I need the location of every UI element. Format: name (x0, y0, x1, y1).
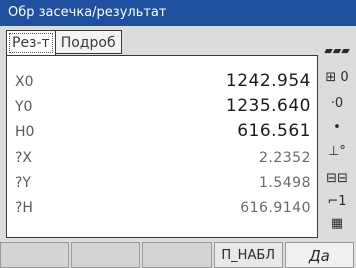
status-sidebar: ▰▰▰ ⊞ 0 ·0 • ⊥° ⊟⊟ ⌐1 ▦ (318, 26, 356, 238)
result-row-h0: H0 616.561 (7, 121, 317, 146)
softkey-observe[interactable]: П_НАБЛ (213, 242, 283, 268)
result-value: 616.561 (237, 121, 311, 141)
result-row-dx: ?X 2.2352 (7, 150, 317, 172)
tab-result[interactable]: Рез-т (6, 30, 56, 56)
memory-icon: ⊟⊟ (326, 171, 348, 186)
result-row-x0: X0 1242.954 (7, 71, 317, 96)
page-icon[interactable]: ⌐1 (318, 194, 356, 209)
tab-details[interactable]: Подроб (54, 30, 122, 54)
softkey-f2[interactable] (71, 242, 141, 268)
result-value: 1235.640 (225, 96, 311, 116)
result-label: ?H (15, 200, 33, 216)
result-row-y0: Y0 1235.640 (7, 96, 317, 121)
result-row-dy: ?Y 1.5498 (7, 175, 317, 197)
softkey-bar: П_НАБЛ Да (0, 242, 356, 268)
result-row-dh: ?H 616.9140 (7, 200, 317, 222)
result-label: H0 (15, 124, 35, 140)
result-value: 1242.954 (225, 71, 311, 91)
softkey-f1[interactable] (0, 242, 70, 268)
prism-constant-icon: ⊞ 0 (325, 70, 349, 85)
result-label: Y0 (15, 99, 33, 115)
results-panel: X0 1242.954 Y0 1235.640 H0 616.561 ?X 2.… (6, 55, 318, 238)
result-value: 616.9140 (240, 200, 311, 216)
keyboard-icon[interactable]: ▦ (318, 216, 356, 231)
result-label: ?Y (15, 175, 31, 191)
result-label: X0 (15, 74, 34, 90)
tilt-icon: ⊥° (328, 144, 346, 159)
tab-bar: Рез-т Подроб (6, 30, 122, 56)
battery-icon: ▰▰▰ (324, 44, 350, 57)
result-label: ?X (15, 150, 33, 166)
result-value: 2.2352 (259, 150, 311, 166)
result-value: 1.5498 (259, 175, 311, 191)
target-icon: ·0 (330, 96, 344, 111)
softkey-yes[interactable]: Да (284, 242, 355, 268)
window-title: Обр засечка/результат (0, 0, 356, 26)
dot-icon: • (333, 120, 341, 135)
app-screen: Обр засечка/результат Рез-т Подроб X0 12… (0, 0, 356, 268)
softkey-f3[interactable] (142, 242, 212, 268)
